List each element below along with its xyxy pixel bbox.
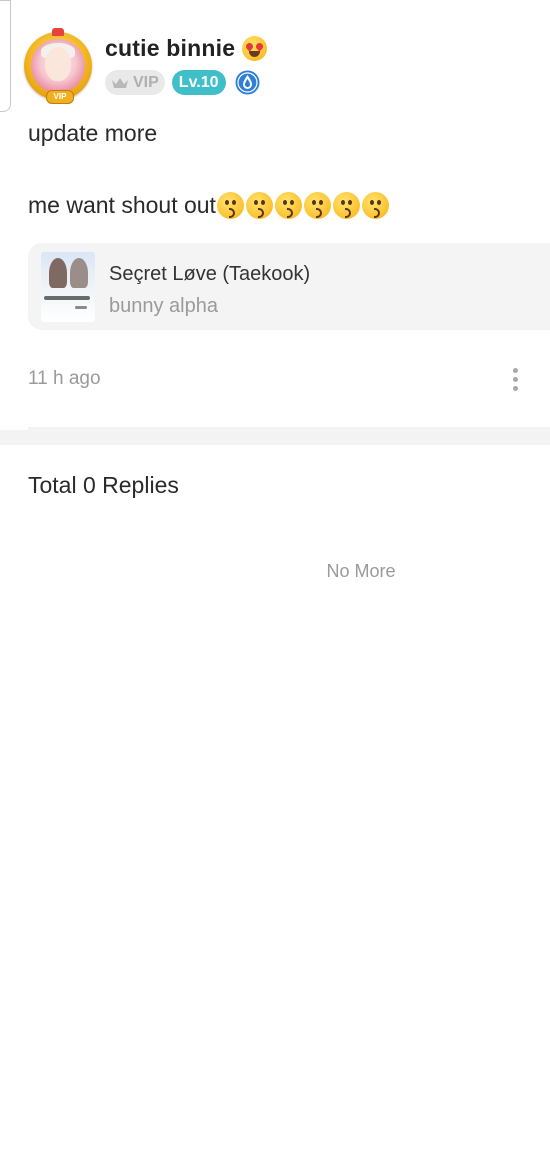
section-divider [0, 427, 550, 445]
level-badge[interactable]: Lv.10 [171, 70, 226, 95]
shared-story-card[interactable]: Seçret Løve (Taekook) bunny alpha [28, 243, 550, 330]
no-more-label: No More [326, 561, 396, 581]
kissing-face-emoji-icon [216, 192, 244, 219]
vip-badge[interactable]: VIP [105, 70, 165, 95]
kissing-face-emoji-icon [245, 192, 273, 219]
post-text-line-2-text: me want shout out [28, 192, 216, 218]
kissing-face-emoji-icon [303, 192, 331, 219]
kissing-face-emoji-icon [274, 192, 302, 219]
avatar-vip-tag: VIP [46, 90, 74, 104]
avatar[interactable]: VIP [22, 28, 98, 104]
heart-eyes-emoji-icon [242, 35, 268, 61]
avatar-photo [31, 39, 85, 93]
drawer-edge-tab[interactable] [0, 0, 11, 112]
vip-badge-label: VIP [133, 73, 159, 91]
avatar-frame-ornament [52, 28, 64, 36]
author-header: VIP cutie binnie VIP Lv.10 [22, 28, 268, 104]
crown-icon [112, 77, 128, 88]
replies-count-title: Total 0 Replies [28, 472, 179, 498]
user-badges: VIP Lv.10 [105, 70, 267, 95]
story-cover-image [41, 252, 95, 322]
user-info: cutie binnie VIP Lv.10 [105, 33, 268, 95]
post-detail-page: VIP cutie binnie VIP Lv.10 update more m… [0, 0, 550, 1162]
username-row: cutie binnie [105, 33, 268, 63]
kissing-face-emoji-icon [332, 192, 360, 219]
vertical-dots-icon[interactable] [506, 364, 524, 394]
story-title: Seçret Løve (Taekook) [109, 263, 311, 285]
post-timestamp: 11 h ago [28, 368, 101, 389]
kissing-face-emoji-icon [361, 192, 389, 219]
kiss-emoji-row [216, 192, 391, 219]
post-text-line-1: update more [28, 120, 158, 146]
curator-drop-icon[interactable] [235, 70, 260, 95]
username[interactable]: cutie binnie [105, 35, 235, 62]
story-author: bunny alpha [109, 295, 218, 317]
post-text-line-2: me want shout out [28, 192, 391, 219]
